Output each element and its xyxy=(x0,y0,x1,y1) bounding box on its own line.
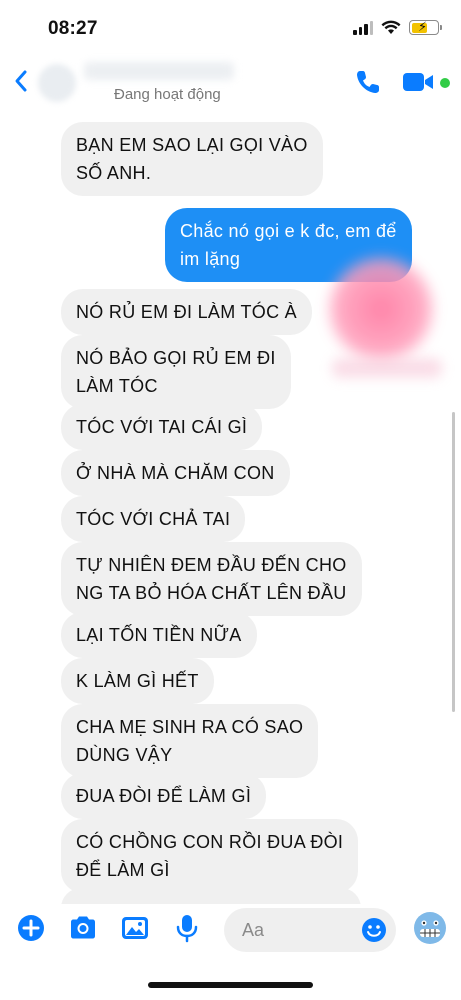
message-bubble[interactable]: LẠI TỐN TIỀN NỮA xyxy=(61,612,257,658)
plus-icon[interactable] xyxy=(15,912,47,944)
emoji-icon[interactable] xyxy=(360,916,388,944)
phone-icon[interactable] xyxy=(354,68,382,96)
message-bubble[interactable]: CÓ CHỒNG CON RỒI ĐUA ĐÒI ĐỂ LÀM GÌ xyxy=(61,819,359,893)
video-icon[interactable] xyxy=(402,70,436,94)
blurred-label xyxy=(332,358,442,378)
gallery-icon[interactable] xyxy=(119,912,151,944)
avatar[interactable] xyxy=(38,64,76,102)
composer-bar: Aa xyxy=(0,904,461,960)
status-time: 08:27 xyxy=(48,18,98,39)
signal-icon xyxy=(353,20,373,35)
status-icons: ⚡ xyxy=(353,19,442,35)
message-bubble[interactable]: Ở NHÀ MÀ CHĂM CON xyxy=(61,450,290,496)
message-bubble[interactable]: CHA MẸ SINH RA CÓ SAO DÙNG VẬY xyxy=(61,704,319,778)
message-input-placeholder: Aa xyxy=(242,920,265,940)
wifi-icon xyxy=(381,20,401,34)
sticker-emoji-icon[interactable] xyxy=(412,910,448,946)
message-bubble[interactable]: ĐUA ĐÒI ĐỂ LÀM GÌ xyxy=(61,773,267,819)
message-bubble[interactable]: K LÀM GÌ HẾT xyxy=(61,658,214,704)
message-bubble[interactable]: TỰ NHIÊN ĐEM ĐẦU ĐẾN CHO NG TA BỎ HÓA CH… xyxy=(61,542,362,616)
online-indicator xyxy=(440,78,450,88)
back-icon[interactable] xyxy=(8,66,36,96)
contact-name-blurred[interactable] xyxy=(84,62,234,80)
chat-header: Đang hoạt động xyxy=(0,56,461,112)
camera-icon[interactable] xyxy=(67,912,99,944)
message-bubble[interactable]: NÓ RỦ EM ĐI LÀM TÓC À xyxy=(61,289,312,335)
active-status: Đang hoạt động xyxy=(114,86,221,103)
message-bubble[interactable]: NÓ BẢO GỌI RỦ EM ĐI LÀM TÓC xyxy=(61,335,291,409)
status-bar: 08:27 ⚡ xyxy=(0,0,461,56)
message-bubble[interactable]: TÓC VỚI CHẢ TAI xyxy=(61,496,246,542)
battery-icon: ⚡ xyxy=(409,19,442,35)
message-bubble[interactable]: BẠN EM SAO LẠI GỌI VÀO SỐ ANH. xyxy=(61,122,323,196)
message-list[interactable]: BẠN EM SAO LẠI GỌI VÀO SỐ ANH. Chắc nó g… xyxy=(0,112,461,908)
home-indicator xyxy=(148,982,313,988)
microphone-icon[interactable] xyxy=(171,912,203,944)
message-input[interactable]: Aa xyxy=(224,908,396,952)
blurred-sticker xyxy=(326,254,436,364)
scrollbar[interactable] xyxy=(452,412,455,712)
message-bubble[interactable]: TÓC VỚI TAI CÁI GÌ xyxy=(61,404,263,450)
